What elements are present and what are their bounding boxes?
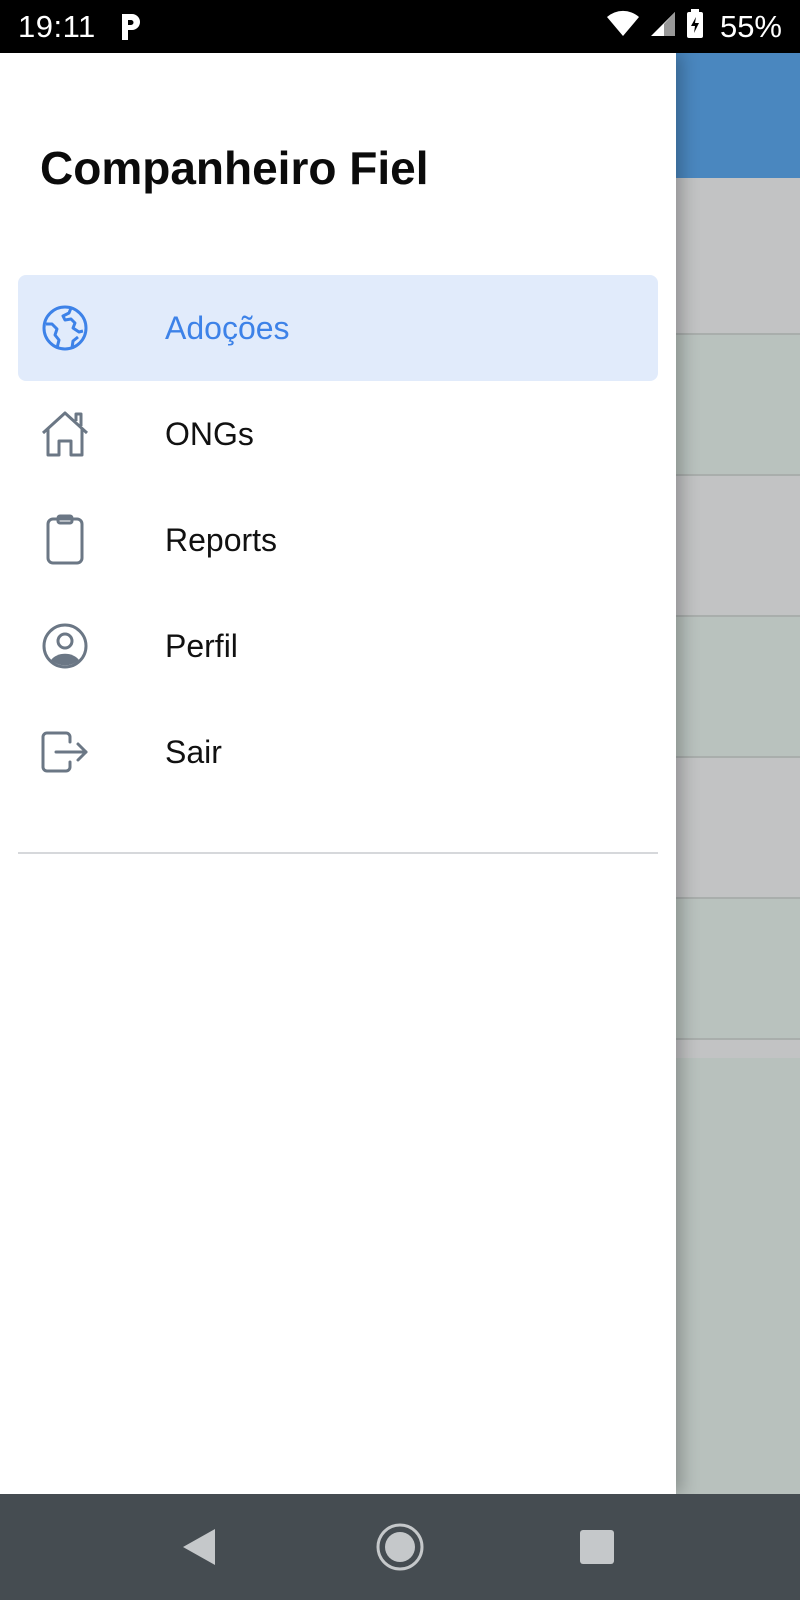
drawer-title: Companheiro Fiel: [40, 142, 429, 194]
recents-icon[interactable]: [572, 1522, 622, 1572]
parking-icon: [118, 12, 144, 42]
menu-item-label: ONGs: [165, 415, 254, 452]
menu-item-ongs[interactable]: ONGs: [18, 381, 658, 487]
home-circle-icon[interactable]: [375, 1522, 425, 1572]
back-icon[interactable]: [174, 1522, 224, 1572]
home-icon: [40, 409, 90, 459]
drawer-divider: [18, 852, 658, 854]
battery-icon: [686, 9, 704, 44]
menu-item-perfil[interactable]: Perfil: [18, 593, 658, 699]
menu-item-label: Perfil: [165, 627, 238, 664]
screen: 19:11 55% Companheiro Fiel Adoções ONGs …: [0, 0, 800, 1600]
status-time: 19:11: [18, 8, 96, 44]
user-circle-icon: [40, 621, 90, 671]
clipboard-icon: [40, 514, 90, 565]
menu-item-reports[interactable]: Reports: [18, 487, 658, 593]
signal-icon: [650, 10, 676, 43]
navigation-bar: [0, 1494, 800, 1600]
status-bar: 19:11 55%: [0, 0, 800, 53]
globe-icon: [40, 303, 90, 353]
logout-icon: [40, 727, 90, 777]
menu-item-label: Adoções: [165, 309, 290, 346]
menu-item-sair[interactable]: Sair: [18, 699, 658, 805]
battery-percent: 55%: [719, 8, 782, 44]
drawer-menu: Adoções ONGs Reports Perfil Sair: [18, 275, 658, 805]
navigation-drawer: Companheiro Fiel Adoções ONGs Reports Pe…: [0, 53, 676, 1494]
menu-item-adocoes[interactable]: Adoções: [18, 275, 658, 381]
status-icons: 55%: [606, 9, 782, 45]
menu-item-label: Reports: [165, 521, 278, 558]
menu-item-label: Sair: [165, 733, 222, 770]
wifi-icon: [606, 10, 640, 43]
